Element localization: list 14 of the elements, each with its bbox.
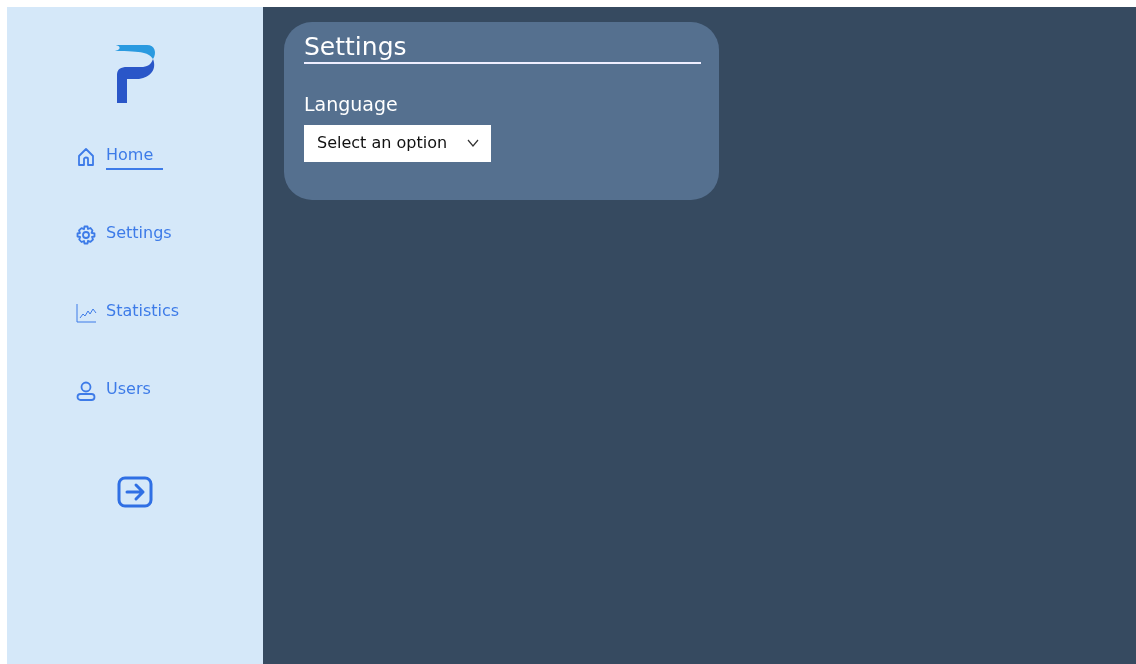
nav-link[interactable]: Users: [75, 377, 161, 404]
home-icon: [75, 145, 97, 168]
logout-button[interactable]: [117, 476, 153, 508]
nav-link[interactable]: Settings: [75, 221, 182, 248]
chevron-down-icon: [467, 138, 480, 147]
arrow-right-icon: [117, 476, 153, 508]
gear-icon: [75, 223, 97, 246]
language-dropdown[interactable]: Select an option: [304, 124, 492, 162]
user-icon: [75, 379, 97, 402]
field-label: Language: [304, 92, 399, 117]
line-chart-icon: [75, 301, 97, 324]
nav-link[interactable]: Statistics: [75, 299, 190, 326]
card-title: Settings: [304, 32, 701, 64]
logo-icon: [113, 43, 157, 105]
